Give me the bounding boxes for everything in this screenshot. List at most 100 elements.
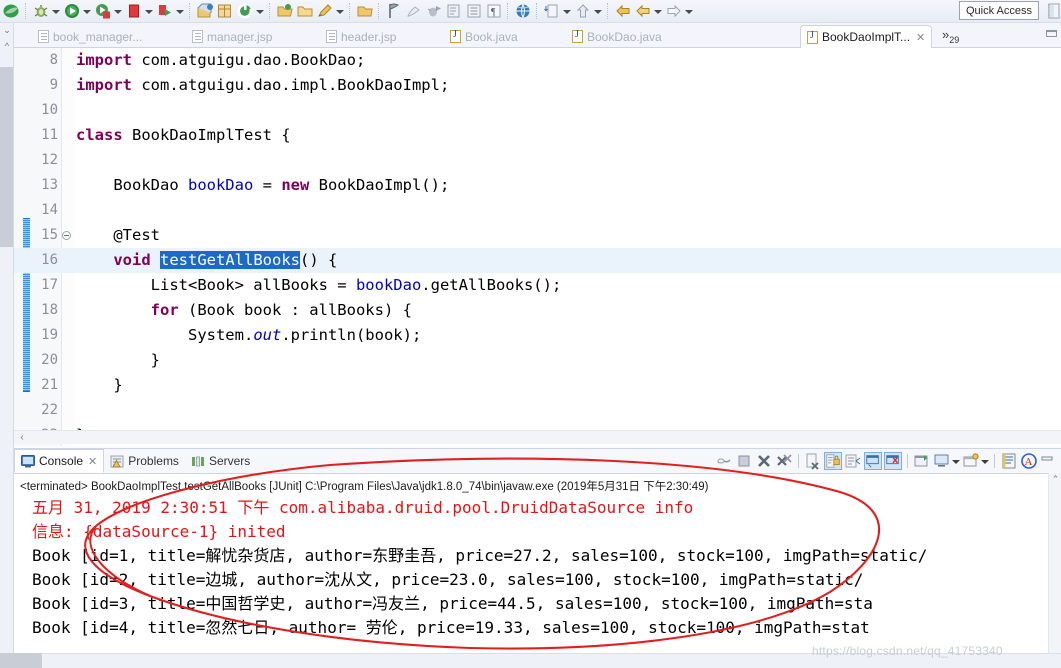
scroll-up-arrow[interactable]: ⌃ [1050,474,1061,485]
format-pilcrow-icon[interactable]: ¶ [485,2,503,20]
new-package-icon[interactable] [216,2,234,20]
scroll-lock-icon[interactable] [824,452,842,470]
toggle-breakpoint-icon[interactable] [543,2,561,20]
line-number: 18 [41,302,58,318]
rail-restore-arrow[interactable]: ^ [2,41,12,51]
remove-launch-icon[interactable] [755,452,773,470]
annotation-icon[interactable] [385,2,403,20]
code-line[interactable]: 17 List<Book> allBooks = bookDao.getAllB… [14,273,1061,298]
tab-problems-label: Problems [128,454,179,468]
step-up-icon[interactable] [574,2,592,20]
fold-collapse-icon[interactable] [62,231,71,240]
ansi-console-icon[interactable]: A [1020,452,1038,470]
minimize-editor-icon[interactable] [1046,30,1057,37]
open-folder-icon[interactable] [296,2,314,20]
display-selected-console-icon[interactable] [933,452,951,470]
tab-console[interactable]: Console ✕ [14,449,105,473]
clear-console-icon[interactable] [804,452,822,470]
rail-collapse-arrow[interactable]: ⌄ [2,25,12,36]
run-last-dropdown-arrow[interactable] [175,2,185,20]
run-last-icon[interactable] [156,2,174,20]
web-browser-globe-icon[interactable] [514,2,532,20]
new-class-icon[interactable] [236,2,254,20]
problems-icon [110,455,124,468]
editor-horizontal-scrollbar[interactable]: ‹ [14,430,1061,444]
new-class-dropdown-arrow[interactable] [255,2,265,20]
step-up-arrow[interactable] [593,2,603,20]
editor-tab-overflow-button[interactable]: »29 [942,27,959,45]
editor-tab-bookdao-java[interactable]: BookDao.java [566,25,668,48]
forward-arrow-icon[interactable] [634,2,652,20]
editor-tab-book-java[interactable]: Book.java [444,25,524,48]
tab-servers-label: Servers [208,454,251,468]
console-output-line: Book [id=1, title=解忧杂货店, author=东野圭吾, pr… [32,546,928,565]
run-icon[interactable] [63,2,81,20]
coverage-dropdown-arrow[interactable] [113,2,123,20]
editor-tab-label: BookDaoImplT... [822,30,911,44]
externalize-strings-icon[interactable] [445,2,463,20]
console-output-area[interactable]: <terminated> BookDaoImplTest.testGetAllB… [14,473,1061,668]
tab-problems[interactable]: Problems [104,449,185,473]
next-annotation-icon[interactable] [665,2,683,20]
terminate-all-icon[interactable] [715,452,733,470]
close-icon[interactable]: ✕ [916,31,925,44]
code-line[interactable]: 18 for (Book book : allBooks) { [14,298,1061,323]
console-output-line: Book [id=4, title=忽然七日, author= 劳伦, pric… [32,618,870,637]
run-dropdown-arrow[interactable] [82,2,92,20]
forward-dropdown-arrow[interactable] [653,2,663,20]
console-vertical-scrollbar[interactable]: ⌃ ⌄ [1048,473,1061,668]
open-type-icon[interactable] [276,2,294,20]
open-console-dropdown-arrow[interactable] [981,452,990,470]
quick-access-field[interactable]: Quick Access [958,1,1039,20]
code-editor[interactable]: 8 import com.atguigu.dao.BookDao; 9 import … [14,48,1061,446]
search-dropdown-arrow[interactable] [335,2,345,20]
code-line[interactable]: 20 } [14,348,1061,373]
code-line[interactable]: 11 class BookDaoImplTest { [14,123,1061,148]
perspective-switcher-icon[interactable] [1047,3,1061,19]
show-console-stderr-icon[interactable] [884,452,902,470]
stop-icon[interactable] [735,452,753,470]
code-line[interactable]: 22 [14,398,1061,423]
search-icon[interactable] [316,2,334,20]
code-line[interactable]: 19 System.out.println(book); [14,323,1061,348]
code-line[interactable]: 16 void testGetAllBooks() { [14,248,1061,273]
show-console-icon[interactable] [864,452,882,470]
tab-servers[interactable]: Servers [185,449,256,473]
pin-console-icon[interactable] [913,452,931,470]
code-line[interactable]: 14 [14,198,1061,223]
close-icon[interactable]: ✕ [88,455,97,468]
debug-icon[interactable] [32,2,50,20]
toggle-breakpoint-arrow[interactable] [562,2,572,20]
outline-icon[interactable] [465,2,483,20]
hidden-tab-count: 29 [949,35,960,45]
java-stack-trace-console-icon[interactable] [1000,452,1018,470]
back-arrow-icon[interactable] [614,2,632,20]
display-console-dropdown-arrow[interactable] [952,452,961,470]
next-annotation-arrow[interactable] [684,2,694,20]
debug-dropdown-arrow[interactable] [51,2,61,20]
debug-last-icon[interactable] [425,2,443,20]
run-coverage-icon[interactable] [94,2,112,20]
editor-tab-bookdaoimpltest-java[interactable]: BookDaoImplT... ✕ [800,25,933,49]
remove-all-launches-icon[interactable] [775,452,793,470]
code-line[interactable]: 8 import com.atguigu.dao.BookDao; [14,48,1061,73]
code-line[interactable]: 9 import com.atguigu.dao.impl.BookDaoImpl… [14,73,1061,98]
minimize-panel-icon[interactable] [1040,452,1058,470]
new-java-project-icon[interactable] [196,2,214,20]
code-line[interactable]: 10 [14,98,1061,123]
code-line[interactable]: 21 } [14,373,1061,398]
code-line[interactable]: 15 @Test [14,223,1061,248]
word-wrap-icon[interactable] [844,452,862,470]
editor-tab-book-manager[interactable]: book_manager... [32,25,148,48]
code-line[interactable]: 13 BookDao bookDao = new BookDaoImpl(); [14,173,1061,198]
open-resource-icon[interactable] [356,2,374,20]
code-line[interactable]: 12 [14,148,1061,173]
editor-tab-manager-jsp[interactable]: manager.jsp [186,25,278,48]
stop-icon[interactable] [125,2,143,20]
editor-tab-header-jsp[interactable]: header.jsp [320,25,402,48]
stop-dropdown-arrow[interactable] [144,2,154,20]
scroll-left-arrow[interactable]: ‹ [16,432,28,443]
open-console-icon[interactable] [962,452,980,470]
rail-minimized-view[interactable] [0,67,13,247]
